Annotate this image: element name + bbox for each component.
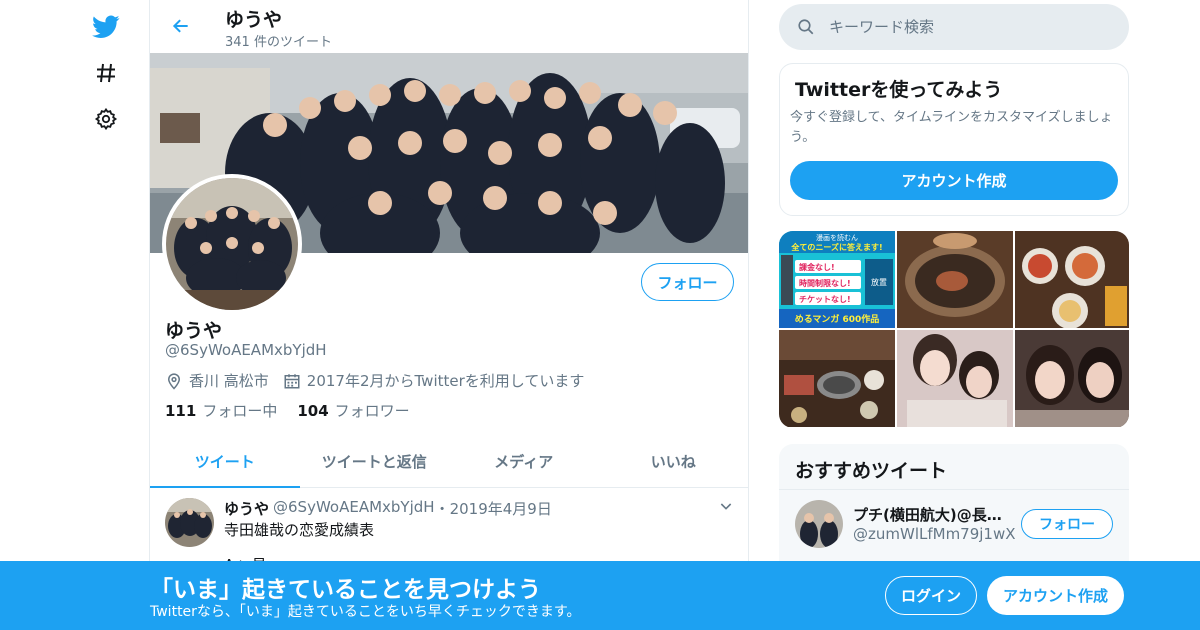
- tweet-header: ゆうや @6SyWoAEAMxbYjdH ・2019年4月9日: [224, 498, 552, 519]
- reco-avatar-photo: [795, 500, 843, 548]
- search-icon: [798, 19, 814, 35]
- joined-item: 2017年2月からTwitterを利用しています: [283, 370, 585, 391]
- following-label: フォロー中: [202, 402, 278, 420]
- profile-tabs: ツイート ツイートと返信 メディア いいね: [150, 436, 748, 488]
- create-account-button[interactable]: アカウント作成: [790, 161, 1118, 200]
- followers-link[interactable]: 104 フォロワー: [297, 400, 409, 421]
- media-thumb-1[interactable]: 漫画を読むん 全てのニーズに答えます! 課金なし! 時間制限なし! チケットなし…: [779, 231, 895, 328]
- gear-icon[interactable]: [90, 103, 122, 135]
- ad-side: 放置: [871, 277, 887, 287]
- tweet-count: 341 件のツイート: [225, 35, 332, 50]
- tweet-avatar-photo: [165, 498, 214, 547]
- follow-button[interactable]: フォロー: [641, 263, 734, 301]
- manga-ad-image: 漫画を読むん 全てのニーズに答えます! 課金なし! 時間制限なし! チケットなし…: [779, 231, 895, 328]
- calendar-icon: [284, 373, 300, 388]
- signup-title: Twitterを使ってみよう: [795, 79, 1003, 101]
- tab-media[interactable]: メディア: [449, 436, 599, 487]
- login-button[interactable]: ログイン: [885, 576, 977, 615]
- friends-photo: [1015, 330, 1129, 427]
- tab-tweets-replies[interactable]: ツイートと返信: [300, 436, 450, 487]
- page: ゆうや 341 件のツイート フォロー ゆうや @6SyWoAEAMxbYjdH…: [0, 0, 1200, 630]
- location-item: 香川 高松市: [165, 370, 269, 391]
- tweet-date[interactable]: ・2019年4月9日: [435, 498, 552, 519]
- tweet-avatar[interactable]: [165, 498, 214, 547]
- search-input[interactable]: [829, 18, 1109, 36]
- tweet-text: 寺田雄哉の恋愛成績表: [224, 521, 375, 539]
- profile-name: ゆうや: [165, 320, 223, 342]
- media-grid: 漫画を読むん 全てのニーズに答えます! 課金なし! 時間制限なし! チケットなし…: [779, 231, 1129, 428]
- ad-line2: 全てのニーズに答えます!: [790, 242, 882, 252]
- followers-label: フォロワー: [334, 402, 410, 420]
- header-name: ゆうや: [225, 9, 283, 31]
- avatar-photo: [166, 178, 298, 310]
- followers-count: 104: [297, 402, 329, 420]
- chevron-down-icon[interactable]: [718, 498, 734, 518]
- profile-avatar[interactable]: [162, 174, 302, 314]
- grill-photo: [897, 231, 1013, 328]
- signup-bottom-bar: 「いま」起きていることを見つけよう Twitterなら、「いま」起きていることを…: [0, 561, 1200, 630]
- reco-name[interactable]: プチ(横田航大)@長濱ねる推し: [853, 504, 1013, 525]
- ad-footer: めるマンガ 600作品: [795, 313, 880, 325]
- bottom-title: 「いま」起きていることを見つけよう: [150, 577, 541, 603]
- divider: [779, 489, 1129, 490]
- bottom-subtitle: Twitterなら、「いま」起きていることをいち早くチェックできます。: [150, 604, 581, 620]
- ad-item1: 課金なし!: [799, 262, 835, 272]
- bottom-create-account-button[interactable]: アカウント作成: [987, 576, 1124, 615]
- location-pin-icon: [167, 372, 181, 390]
- tweet-author-name[interactable]: ゆうや: [224, 498, 269, 519]
- reco-follow-button[interactable]: フォロー: [1021, 509, 1113, 539]
- twitter-bird-icon[interactable]: [90, 11, 122, 43]
- profile-handle: @6SyWoAEAMxbYjdH: [165, 341, 327, 359]
- profile-meta: 香川 高松市 2017年2月からTwitterを利用しています: [165, 370, 598, 391]
- tweet-author-handle[interactable]: @6SyWoAEAMxbYjdH: [273, 498, 435, 519]
- reco-title: おすすめツイート: [795, 460, 948, 482]
- hashtag-icon[interactable]: [90, 57, 122, 89]
- left-nav: [80, 0, 132, 630]
- media-thumb-4[interactable]: [779, 330, 895, 427]
- ad-item3: チケットなし!: [799, 295, 851, 304]
- media-thumb-5[interactable]: [897, 330, 1013, 427]
- location-text: 香川 高松市: [189, 372, 269, 390]
- food-table-photo: [1015, 231, 1129, 328]
- signup-card: Twitterを使ってみよう 今すぐ登録して、タイムラインをカスタマイズしましょ…: [779, 63, 1129, 216]
- reco-handle[interactable]: @zumWlLfMm79j1wX: [853, 525, 1016, 543]
- tab-tweets[interactable]: ツイート: [150, 436, 300, 488]
- profile-header-bar: ゆうや 341 件のツイート: [150, 0, 748, 53]
- signup-body: 今すぐ登録して、タイムラインをカスタマイズしましょう。: [790, 110, 1113, 145]
- tab-likes[interactable]: いいね: [599, 436, 749, 487]
- following-count: 111: [165, 402, 197, 420]
- media-thumb-2[interactable]: [897, 231, 1013, 328]
- ad-line1: 漫画を読むん: [816, 233, 858, 242]
- media-thumb-3[interactable]: [1015, 231, 1129, 328]
- ad-item2: 時間制限なし!: [799, 278, 851, 288]
- joined-text: 2017年2月からTwitterを利用しています: [306, 372, 585, 390]
- profile-stats: 111 フォロー中 104 フォロワー: [165, 400, 430, 421]
- reco-avatar[interactable]: [795, 500, 843, 548]
- profile-column: ゆうや 341 件のツイート フォロー ゆうや @6SyWoAEAMxbYjdH…: [149, 0, 749, 630]
- search-box[interactable]: [779, 4, 1129, 50]
- selfie-photo: [897, 330, 1013, 427]
- media-thumb-6[interactable]: [1015, 330, 1129, 427]
- bbq-table-photo: [779, 330, 895, 427]
- back-arrow-icon[interactable]: [168, 13, 194, 39]
- following-link[interactable]: 111 フォロー中: [165, 400, 277, 421]
